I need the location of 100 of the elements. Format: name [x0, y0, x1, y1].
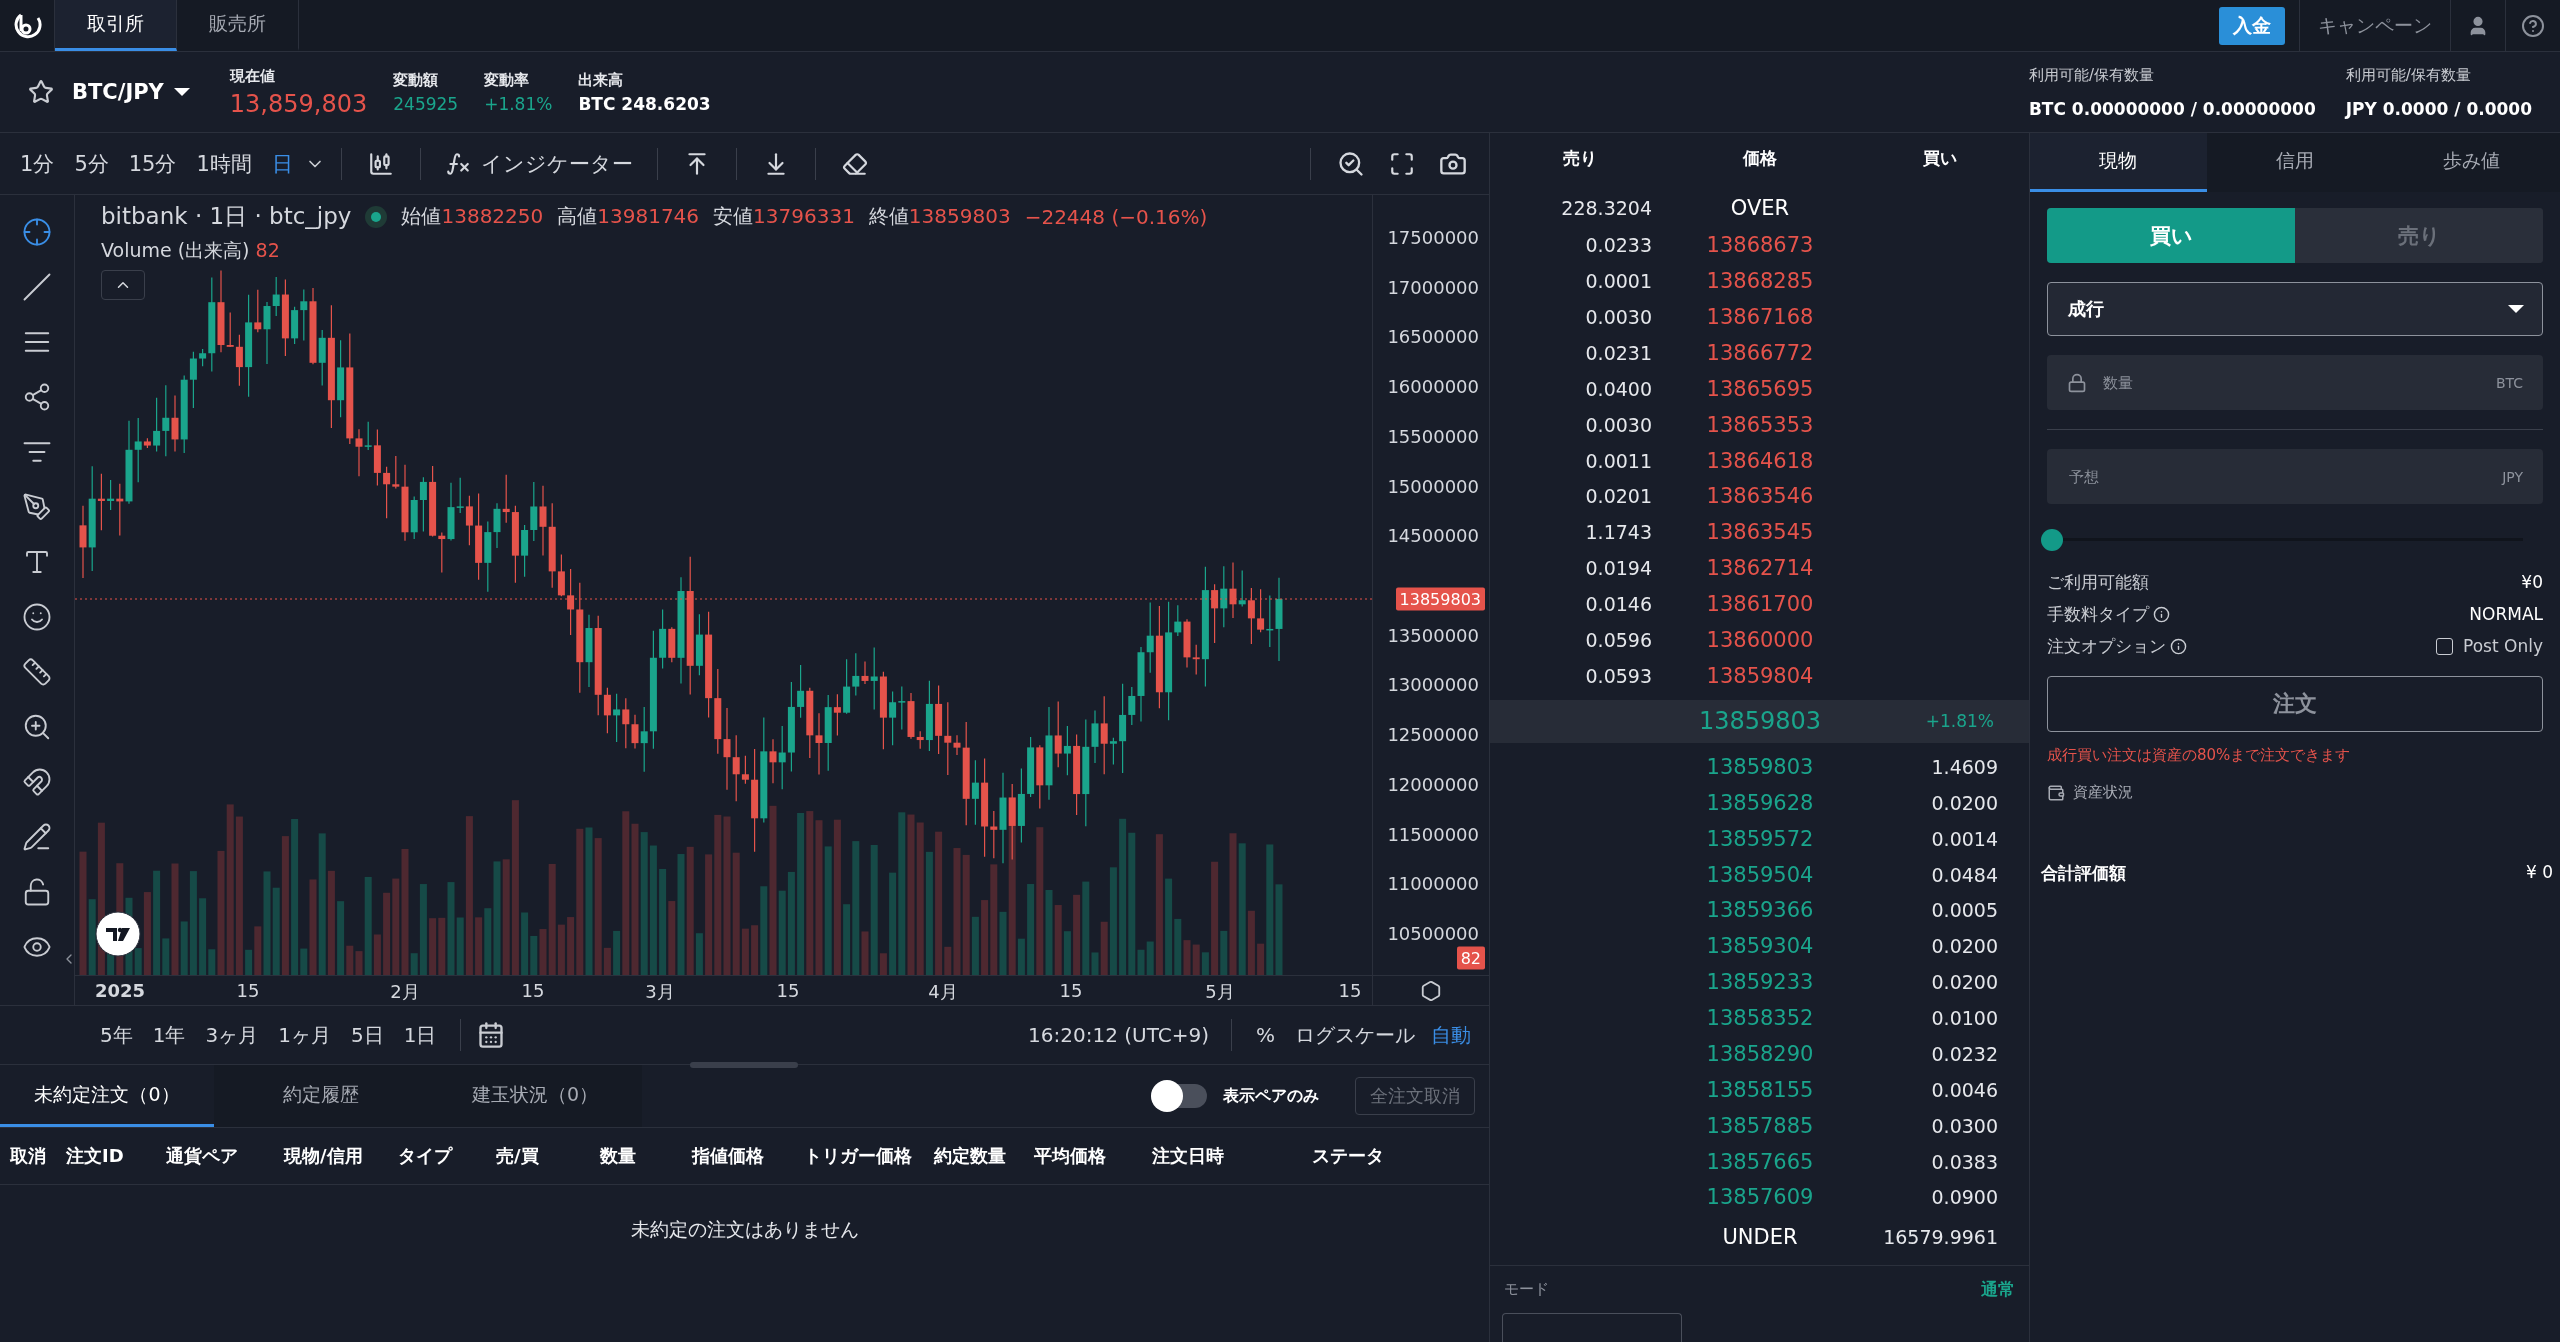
percent-button[interactable]: %	[1248, 1017, 1283, 1053]
bid-price[interactable]: 13859233	[1670, 970, 1850, 995]
ask-amount: 0.0030	[1584, 413, 1653, 436]
info-label: ご利用可能額	[2047, 570, 2149, 594]
bid-price[interactable]: 13859304	[1670, 934, 1850, 959]
bid-amount: 0.0232	[1930, 1042, 1999, 1065]
side-button[interactable]: 買い	[2047, 208, 2295, 263]
ask-price[interactable]: 13863546	[1670, 484, 1850, 509]
estimate-input[interactable]: 予想	[2067, 466, 2489, 487]
bid-price[interactable]: 13859504	[1670, 862, 1850, 887]
ask-price[interactable]: 13862714	[1670, 556, 1850, 581]
ask-price[interactable]: 13860000	[1670, 628, 1850, 652]
interval-tab[interactable]: 日	[263, 143, 301, 184]
stat-value: 13,859,803	[229, 89, 368, 118]
last-price: 13859803	[1697, 707, 1823, 736]
post-only-checkbox[interactable]	[2436, 637, 2454, 655]
bid-price[interactable]: 13857665	[1670, 1149, 1850, 1174]
market-tab[interactable]: 取引所	[55, 0, 177, 51]
checkbox-label: Post Only	[2463, 636, 2543, 656]
form-tab[interactable]: 歩み値	[2383, 133, 2560, 192]
interval-tab[interactable]: 1分	[12, 143, 63, 184]
price-tick: 16500000	[1387, 325, 1479, 347]
assets-link[interactable]: 資産状況	[2047, 783, 2543, 802]
function-icon	[444, 150, 471, 177]
mode-value[interactable]: 通常	[1981, 1277, 2015, 1301]
ask-price[interactable]: 13859804	[1670, 663, 1850, 688]
bid-price[interactable]: 13859628	[1670, 790, 1850, 815]
range-button[interactable]: 3ヶ月	[197, 1015, 267, 1055]
ask-price[interactable]: 13867168	[1670, 305, 1850, 330]
interval-tab[interactable]: 5分	[66, 143, 117, 184]
ask-price[interactable]: 13864618	[1670, 448, 1850, 473]
bid-price[interactable]: 13858155	[1670, 1077, 1850, 1102]
ask-price[interactable]: 13865695	[1670, 376, 1850, 401]
stat-value: BTC 248.6203	[578, 93, 711, 114]
calendar-icon[interactable]	[477, 1021, 506, 1049]
bid-price[interactable]: 13857885	[1670, 1113, 1850, 1138]
range-button[interactable]: 1ヶ月	[270, 1015, 339, 1055]
book-column-header: 買い	[1922, 147, 1958, 171]
time-tick: 15	[1338, 980, 1362, 1001]
auto-scale-button[interactable]: 自動	[1427, 1015, 1475, 1055]
ask-amount: 0.0596	[1584, 629, 1653, 651]
info-label: 手数料タイプ	[2047, 602, 2149, 626]
column-header: 注文日時	[1152, 1144, 1225, 1168]
price-tick: 17500000	[1387, 226, 1479, 248]
bid-price[interactable]: 13857609	[1670, 1185, 1850, 1210]
time-tick: 15	[521, 980, 545, 1001]
price-tick: 10500000	[1387, 922, 1479, 944]
form-tab[interactable]: 現物	[2030, 133, 2207, 192]
info-icon[interactable]	[2153, 605, 2170, 623]
range-button[interactable]: 5日	[342, 1015, 392, 1055]
amount-input[interactable]: 数量	[2101, 372, 2482, 393]
bid-price[interactable]: 13859366	[1670, 898, 1850, 923]
pair-selector[interactable]: BTC/JPY	[72, 80, 190, 104]
settings-icon[interactable]	[1420, 979, 1442, 1002]
resize-handle[interactable]	[690, 1062, 798, 1068]
orders-tab[interactable]: 約定履歴	[214, 1065, 428, 1127]
ask-price[interactable]: 13868285	[1670, 269, 1850, 294]
total-label: 合計評価額	[2041, 862, 2126, 885]
bid-price[interactable]: 13859572	[1670, 826, 1850, 851]
ask-amount: 228.3204	[1560, 196, 1653, 219]
ask-price[interactable]: 13866772	[1670, 341, 1850, 365]
ohlc-value: 高値13981746	[557, 203, 700, 230]
ask-amount: 0.0233	[1584, 234, 1653, 257]
info-icon[interactable]	[2170, 637, 2187, 655]
star-icon[interactable]	[28, 79, 54, 105]
campaign-link[interactable]: キャンペーン	[2299, 0, 2450, 51]
ask-price[interactable]: 13861700	[1670, 592, 1850, 617]
time-tick: 2月	[390, 980, 420, 1004]
orders-tab[interactable]: 建玉状況（0）	[428, 1065, 642, 1127]
log-scale-button[interactable]: ログスケール	[1287, 1015, 1423, 1055]
price-tick: 12000000	[1387, 773, 1479, 795]
estimate-field[interactable]: 予想 JPY	[2047, 449, 2543, 504]
time-tick: 2025	[94, 980, 146, 1001]
deposit-button[interactable]: 入金	[2219, 6, 2285, 45]
ask-price[interactable]: 13865353	[1670, 412, 1850, 437]
book-column-header: 価格	[1742, 147, 1778, 171]
form-tab[interactable]: 信用	[2206, 133, 2384, 192]
market-tab[interactable]: 販売所	[177, 0, 299, 51]
bid-price[interactable]: 13858352	[1670, 1006, 1850, 1031]
interval-tab[interactable]: 1時間	[188, 143, 260, 184]
order-type-select[interactable]: 成行	[2047, 282, 2543, 336]
range-button[interactable]: 5年	[92, 1015, 141, 1055]
bid-price[interactable]: 13858290	[1670, 1041, 1850, 1066]
range-button[interactable]: 1日	[395, 1015, 445, 1055]
ask-price[interactable]: 13863545	[1670, 520, 1850, 545]
range-button[interactable]: 1年	[144, 1015, 194, 1055]
stat-label: 変動率	[484, 70, 531, 90]
bid-amount: 0.0484	[1930, 863, 1999, 886]
bid-price[interactable]: 13859803	[1670, 754, 1850, 779]
slider-thumb[interactable]	[2041, 529, 2063, 551]
bid-amount: 0.0200	[1930, 935, 1999, 958]
ask-price[interactable]: 13868673	[1670, 233, 1850, 258]
volume-tag: 82	[1456, 946, 1485, 970]
amount-field[interactable]: 数量 BTC	[2047, 355, 2543, 410]
ask-amount: 0.0146	[1584, 593, 1653, 616]
column-header: 取消	[10, 1144, 47, 1168]
help-icon[interactable]	[2521, 13, 2545, 38]
price-tick: 15000000	[1387, 475, 1479, 497]
indicator-button[interactable]: インジケーター	[436, 143, 641, 184]
interval-tab[interactable]: 15分	[120, 143, 185, 184]
